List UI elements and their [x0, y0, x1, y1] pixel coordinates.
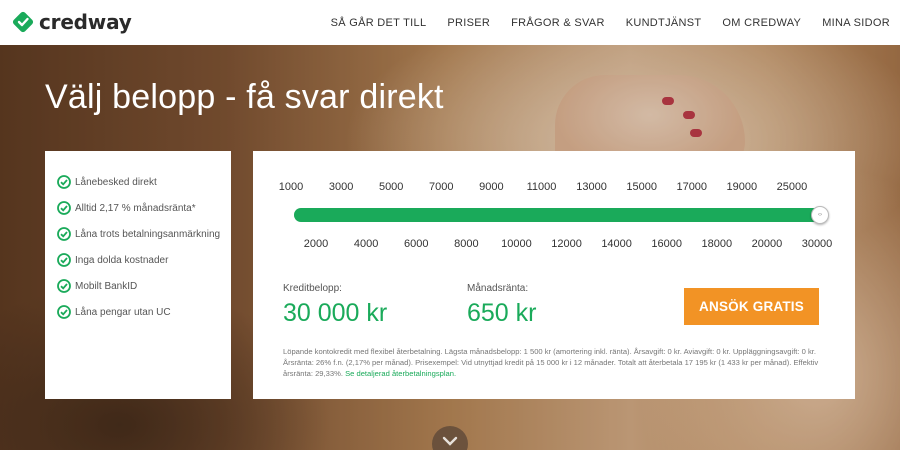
slider-tick-label: 13000 — [576, 181, 607, 193]
check-circle-icon — [57, 279, 71, 293]
slider-tick-label: 20000 — [751, 238, 783, 250]
credit-amount-label: Kreditbelopp: — [283, 283, 342, 294]
nav-item-fragor-svar[interactable]: FRÅGOR & SVAR — [511, 17, 605, 29]
slider-tick-label: 14000 — [601, 238, 632, 250]
feature-item: Låna pengar utan UC — [57, 305, 221, 320]
feature-item: Alltid 2,17 % månadsränta* — [57, 201, 221, 216]
slider-tick-label: 2000 — [303, 238, 329, 250]
apply-free-button[interactable]: ANSÖK GRATIS — [684, 288, 819, 325]
slider-tick-label: 3000 — [328, 181, 354, 193]
check-circle-icon — [57, 253, 71, 267]
chevron-down-icon — [442, 436, 458, 446]
amount-slider-track[interactable]: ‹› — [294, 206, 829, 224]
amount-slider-fill — [294, 208, 820, 222]
nav-item-hur-gar-det-till[interactable]: SÅ GÅR DET TILL — [331, 17, 427, 29]
site-header: credway SÅ GÅR DET TILL PRISER FRÅGOR & … — [0, 0, 900, 45]
nav-item-om-credway[interactable]: OM CREDWAY — [722, 17, 801, 29]
slider-tick-label: 15000 — [626, 181, 657, 193]
slider-tick-label: 8000 — [454, 238, 479, 250]
feature-item: Lånebesked direkt — [57, 175, 221, 190]
credit-amount-value: 30 000 kr — [283, 299, 388, 327]
feature-item: Låna trots betalningsanmärkning — [57, 227, 221, 242]
check-circle-icon — [57, 305, 71, 319]
slider-ticks-bottom: 2000 4000 6000 8000 10000 12000 14000 16000 1800… — [253, 238, 855, 252]
check-circle-icon — [57, 201, 71, 215]
hero-headline: Välj belopp - få svar direkt — [45, 78, 444, 116]
amount-slider-handle[interactable]: ‹› — [811, 206, 829, 224]
slider-tick-label: 4000 — [353, 238, 379, 250]
features-card: Lånebesked direkt Alltid 2,17 % månadsrä… — [45, 151, 231, 399]
repayment-plan-link[interactable]: Se detaljerad återbetalningsplan. — [345, 369, 456, 378]
feature-label: Alltid 2,17 % månadsränta* — [75, 203, 196, 214]
slider-tick-label: 25000 — [776, 181, 808, 193]
feature-item: Inga dolda kostnader — [57, 253, 221, 268]
main-nav: SÅ GÅR DET TILL PRISER FRÅGOR & SVAR KUN… — [310, 0, 890, 45]
slider-tick-label: 12000 — [551, 238, 582, 250]
check-circle-icon — [57, 175, 71, 189]
nav-item-priser[interactable]: PRISER — [447, 17, 490, 29]
slider-tick-label: 18000 — [701, 238, 733, 250]
slider-tick-label: 10000 — [501, 238, 532, 250]
slider-ticks-top: 1000 3000 5000 7000 9000 11000 13000 15000 17000… — [253, 181, 855, 195]
nav-item-kundtjanst[interactable]: KUNDTJÄNST — [626, 17, 702, 29]
slider-tick-label: 17000 — [676, 181, 708, 193]
slider-tick-label: 5000 — [378, 181, 404, 193]
slider-tick-label: 1000 — [278, 181, 304, 193]
feature-label: Låna pengar utan UC — [75, 307, 171, 318]
slider-tick-label: 9000 — [479, 181, 504, 193]
feature-label: Mobilt BankID — [75, 281, 138, 292]
credway-diamond-logo-icon — [12, 11, 34, 33]
loan-calculator-card: 1000 3000 5000 7000 9000 11000 13000 15000 17000… — [253, 151, 855, 399]
brand-name: credway — [39, 10, 132, 34]
nav-item-mina-sidor[interactable]: MINA SIDOR — [822, 17, 890, 29]
feature-label: Låna trots betalningsanmärkning — [75, 229, 221, 240]
slider-tick-label: 30000 — [801, 238, 833, 250]
credway-logo[interactable]: credway — [11, 10, 132, 34]
slider-tick-label: 11000 — [526, 181, 557, 193]
slider-tick-label: 7000 — [429, 181, 454, 193]
feature-label: Lånebesked direkt — [75, 177, 157, 188]
feature-item: Mobilt BankID — [57, 279, 221, 294]
check-circle-icon — [57, 227, 71, 241]
slider-tick-label: 6000 — [403, 238, 429, 250]
monthly-interest-value: 650 kr — [467, 299, 537, 327]
slider-tick-label: 16000 — [651, 238, 682, 250]
slider-tick-label: 19000 — [726, 181, 758, 193]
monthly-interest-label: Månadsränta: — [467, 283, 529, 294]
fine-print: Löpande kontokredit med flexibel återbet… — [283, 346, 828, 379]
feature-label: Inga dolda kostnader — [75, 255, 169, 266]
